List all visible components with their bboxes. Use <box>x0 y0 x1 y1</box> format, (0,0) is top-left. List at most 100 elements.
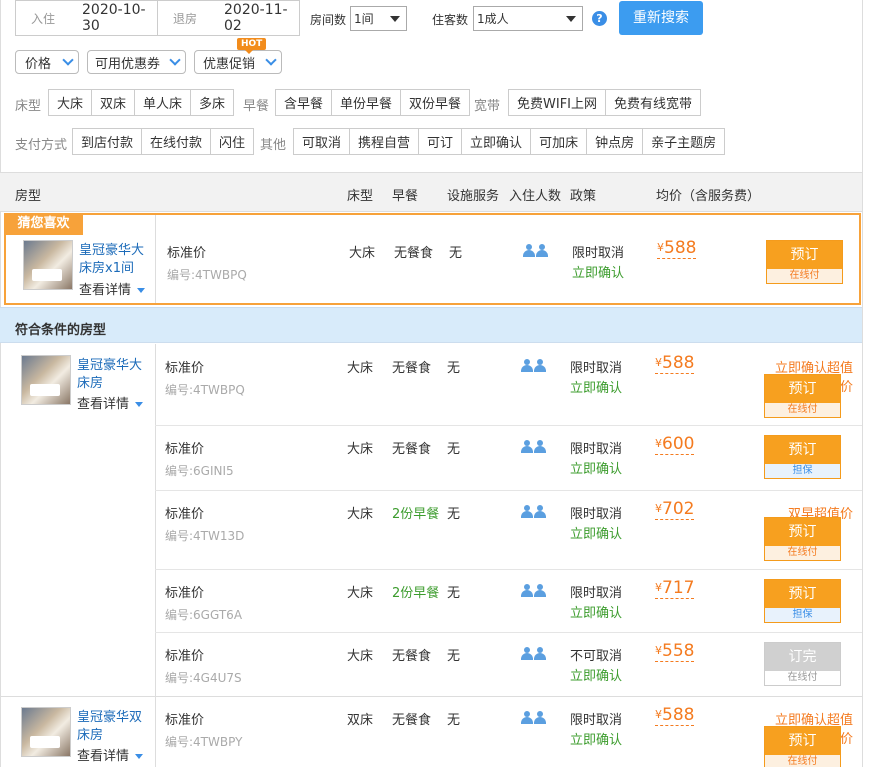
other-tag[interactable]: 钟点房 <box>586 128 644 155</box>
rate-bed: 大床 <box>347 507 374 522</box>
rate-row: 标准价 编号:4TWBPQ 大床 无餐食 无 限时取消 立即确认 ¥588 立即… <box>155 345 862 425</box>
breakfast-filter-group: 含早餐 单份早餐 双份早餐 <box>275 89 471 116</box>
view-detail-label: 查看详情 <box>77 749 130 764</box>
two-person-icon <box>521 440 547 457</box>
help-icon[interactable]: ? <box>592 11 607 26</box>
room-name-link[interactable]: 皇冠豪华双床房 <box>77 709 151 745</box>
rate-service: 无 <box>447 586 461 601</box>
breakfast-tag[interactable]: 单份早餐 <box>331 89 402 116</box>
rate-code: 编号:6GGT6A <box>165 608 243 622</box>
book-label: 预订 <box>765 518 840 546</box>
other-tag[interactable]: 携程自营 <box>349 128 420 155</box>
confirm-policy: 立即确认 <box>570 381 623 396</box>
breakfast-tag[interactable]: 含早餐 <box>275 89 333 116</box>
rate-price[interactable]: ¥588 <box>657 238 697 259</box>
price-filter-label: 价格 <box>24 56 51 72</box>
view-detail-link[interactable]: 查看详情 <box>77 745 144 764</box>
rate-price[interactable]: ¥702 <box>655 499 695 520</box>
room-thumbnail[interactable] <box>23 240 73 290</box>
view-detail-link[interactable]: 查看详情 <box>77 393 144 412</box>
book-sublabel: 在线付 <box>767 269 842 283</box>
rate-price[interactable]: ¥588 <box>655 353 695 374</box>
room-thumbnail[interactable] <box>21 355 71 405</box>
book-button[interactable]: 预订 在线付 <box>764 517 841 561</box>
other-tag[interactable]: 可取消 <box>293 128 351 155</box>
checkout-label: 退房 <box>173 11 198 26</box>
checkout-value: 2020-11-02 <box>224 2 288 34</box>
header-occupancy: 入住人数 <box>509 189 562 204</box>
hot-badge: HOT <box>237 38 267 54</box>
book-label: 预订 <box>765 375 840 403</box>
guests-select[interactable]: 1成人 <box>473 6 583 31</box>
book-button[interactable]: 预订 担保 <box>764 435 841 479</box>
bed-tag[interactable]: 双床 <box>91 89 136 116</box>
rate-code: 编号:6GINI5 <box>165 464 234 478</box>
rate-code: 编号:4TWBPY <box>165 735 243 749</box>
rate-row: 标准价 编号:6GINI5 大床 无餐食 无 限时取消 立即确认 ¥600 预订… <box>155 426 862 490</box>
promo-filter[interactable]: 优惠促销 <box>194 50 282 74</box>
rate-bed: 大床 <box>347 649 374 664</box>
two-person-icon <box>523 244 549 261</box>
cancel-policy: 限时取消 <box>570 361 623 376</box>
pay-tag[interactable]: 在线付款 <box>141 128 212 155</box>
bed-tag[interactable]: 单人床 <box>134 89 192 116</box>
rate-plan: 标准价 <box>165 361 205 376</box>
rooms-label: 房间数 <box>310 13 347 27</box>
price-value: 588 <box>664 238 697 258</box>
room-name-link[interactable]: 皇冠豪华大床房x1间 <box>79 242 151 278</box>
rate-price[interactable]: ¥588 <box>655 705 695 726</box>
rate-plan: 标准价 <box>165 713 205 728</box>
bed-tag[interactable]: 多床 <box>190 89 235 116</box>
price-value: 717 <box>662 578 695 598</box>
rate-price[interactable]: ¥558 <box>655 641 695 662</box>
view-detail-link[interactable]: 查看详情 <box>79 279 146 298</box>
checkin-field[interactable]: 入住 2020-10-30 <box>15 0 158 36</box>
rate-breakfast: 2份早餐 <box>392 586 440 601</box>
rooms-select[interactable]: 1间 <box>350 6 407 31</box>
other-tag[interactable]: 可订 <box>418 128 463 155</box>
checkout-field[interactable]: 退房 2020-11-02 <box>157 0 300 36</box>
header-bed: 床型 <box>347 189 374 204</box>
other-tag[interactable]: 立即确认 <box>461 128 532 155</box>
broadband-tag[interactable]: 免费有线宽带 <box>605 89 702 116</box>
header-price: 均价（含服务费） <box>656 189 761 204</box>
price-value: 702 <box>662 499 695 519</box>
pay-tag[interactable]: 到店付款 <box>72 128 143 155</box>
breakfast-filter-label: 早餐 <box>243 99 270 114</box>
section-title: 符合条件的房型 <box>15 323 107 338</box>
rate-service: 无 <box>447 507 461 522</box>
research-button[interactable]: 重新搜索 <box>619 1 703 35</box>
other-filter-label: 其他 <box>260 138 287 153</box>
rate-price[interactable]: ¥717 <box>655 578 695 599</box>
book-button[interactable]: 预订 在线付 <box>764 726 841 767</box>
broadband-filter-group: 免费WIFI上网 免费有线宽带 <box>508 89 702 116</box>
book-sublabel: 在线付 <box>765 755 840 767</box>
chevron-down-icon <box>135 402 144 407</box>
guests-value: 1成人 <box>477 12 509 26</box>
coupon-filter[interactable]: 可用优惠券 <box>87 50 186 74</box>
rate-plan: 标准价 <box>165 649 205 664</box>
rooms-value: 1间 <box>354 12 374 26</box>
other-tag[interactable]: 亲子主题房 <box>642 128 726 155</box>
confirm-policy: 立即确认 <box>570 527 623 542</box>
two-person-icon <box>521 647 547 664</box>
pay-filter-label: 支付方式 <box>15 138 68 153</box>
rate-bed: 双床 <box>347 713 374 728</box>
room-name-link[interactable]: 皇冠豪华大床房 <box>77 357 151 393</box>
broadband-tag[interactable]: 免费WIFI上网 <box>508 89 606 116</box>
book-button[interactable]: 预订 在线付 <box>764 374 841 418</box>
rate-price[interactable]: ¥600 <box>655 434 695 455</box>
rate-plan: 标准价 <box>165 586 205 601</box>
price-filter[interactable]: 价格 <box>15 50 79 74</box>
rate-plan: 标准价 <box>165 507 205 522</box>
pay-tag[interactable]: 闪住 <box>210 128 255 155</box>
two-person-icon <box>521 584 547 601</box>
breakfast-tag[interactable]: 双份早餐 <box>400 89 471 116</box>
rate-row: 标准价 编号:4TWBPY 双床 无餐食 无 限时取消 立即确认 ¥588 立即… <box>155 697 862 767</box>
room-thumbnail[interactable] <box>21 707 71 757</box>
other-tag[interactable]: 可加床 <box>530 128 588 155</box>
book-button[interactable]: 预订 在线付 <box>766 240 843 284</box>
bed-tag[interactable]: 大床 <box>48 89 93 116</box>
currency-symbol: ¥ <box>655 437 662 450</box>
book-button[interactable]: 预订 担保 <box>764 579 841 623</box>
